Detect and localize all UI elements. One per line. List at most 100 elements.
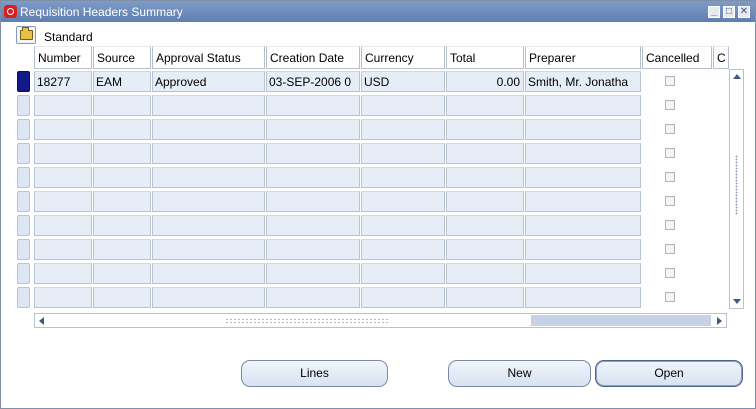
record-indicator[interactable] [17,71,30,92]
empty-cell[interactable] [93,143,151,164]
empty-cell[interactable] [446,119,524,140]
column-header-source[interactable]: Source [93,46,151,69]
empty-cell[interactable] [266,263,360,284]
empty-cell[interactable] [152,287,265,308]
column-header-currency[interactable]: Currency [361,46,445,69]
empty-cell[interactable] [266,287,360,308]
empty-cell[interactable] [361,167,445,188]
title-bar[interactable]: Requisition Headers Summary _ □ ✕ [1,1,755,22]
column-header-total[interactable]: Total [446,46,524,69]
empty-cell[interactable] [93,263,151,284]
cancelled-checkbox[interactable] [665,76,675,86]
empty-cell[interactable] [34,263,92,284]
record-indicator[interactable] [17,215,30,236]
record-indicator[interactable] [17,95,30,116]
open-button[interactable]: Open [595,360,743,387]
empty-cell[interactable] [525,119,641,140]
empty-cell[interactable] [152,239,265,260]
empty-cell[interactable] [93,215,151,236]
empty-cell[interactable] [446,191,524,212]
empty-cell[interactable] [446,95,524,116]
scroll-right-icon[interactable] [717,317,722,325]
empty-cell[interactable] [446,239,524,260]
empty-cell[interactable] [93,167,151,188]
record-indicator[interactable] [17,191,30,212]
record-indicator[interactable] [17,143,30,164]
lines-button[interactable]: Lines [241,360,388,387]
empty-cell[interactable] [93,239,151,260]
minimize-icon[interactable]: _ [708,6,720,18]
open-folder-button[interactable] [16,26,36,44]
empty-cell[interactable] [266,167,360,188]
empty-cell[interactable] [34,287,92,308]
empty-cell[interactable] [266,239,360,260]
empty-cell[interactable] [152,191,265,212]
cell-preparer[interactable]: Smith, Mr. Jonatha [525,71,641,92]
empty-cell[interactable] [446,287,524,308]
scroll-up-icon[interactable] [733,74,741,79]
cancelled-checkbox[interactable] [665,196,675,206]
empty-cell[interactable] [93,95,151,116]
close-icon[interactable]: ✕ [738,6,750,18]
cell-number[interactable]: 18277 [34,71,92,92]
empty-cell[interactable] [152,167,265,188]
record-indicator[interactable] [17,263,30,284]
cancelled-checkbox[interactable] [665,220,675,230]
empty-cell[interactable] [525,215,641,236]
empty-cell[interactable] [34,143,92,164]
empty-cell[interactable] [34,239,92,260]
empty-cell[interactable] [93,119,151,140]
column-header-approval-status[interactable]: Approval Status [152,46,265,69]
column-header-preparer[interactable]: Preparer [525,46,641,69]
empty-cell[interactable] [525,95,641,116]
empty-cell[interactable] [266,215,360,236]
empty-cell[interactable] [525,263,641,284]
cancelled-checkbox[interactable] [665,292,675,302]
empty-cell[interactable] [361,143,445,164]
cancelled-checkbox[interactable] [665,124,675,134]
empty-cell[interactable] [446,263,524,284]
empty-cell[interactable] [152,215,265,236]
empty-cell[interactable] [152,119,265,140]
empty-cell[interactable] [525,191,641,212]
cancelled-checkbox[interactable] [665,172,675,182]
empty-cell[interactable] [34,191,92,212]
column-header-number[interactable]: Number [34,46,92,69]
empty-cell[interactable] [361,239,445,260]
cancelled-checkbox[interactable] [665,268,675,278]
column-header-c[interactable]: C [713,46,729,69]
empty-cell[interactable] [446,143,524,164]
empty-cell[interactable] [361,119,445,140]
empty-cell[interactable] [446,215,524,236]
column-header-creation-date[interactable]: Creation Date [266,46,360,69]
record-indicator[interactable] [17,119,30,140]
horizontal-scroll-thumb[interactable] [50,315,530,326]
empty-cell[interactable] [34,215,92,236]
cell-source[interactable]: EAM [93,71,151,92]
empty-cell[interactable] [152,95,265,116]
empty-cell[interactable] [525,167,641,188]
scroll-down-icon[interactable] [733,299,741,304]
empty-cell[interactable] [525,239,641,260]
column-header-cancelled[interactable]: Cancelled [642,46,712,69]
empty-cell[interactable] [361,263,445,284]
cancelled-checkbox[interactable] [665,244,675,254]
empty-cell[interactable] [266,119,360,140]
cell-currency[interactable]: USD [361,71,445,92]
empty-cell[interactable] [93,287,151,308]
cell-creation-date[interactable]: 03-SEP-2006 0 [266,71,360,92]
horizontal-scroll-track[interactable] [531,315,711,326]
record-indicator[interactable] [17,239,30,260]
empty-cell[interactable] [361,215,445,236]
vertical-scrollbar[interactable] [729,69,744,309]
empty-cell[interactable] [361,191,445,212]
maximize-icon[interactable]: □ [723,6,735,18]
empty-cell[interactable] [525,143,641,164]
empty-cell[interactable] [34,95,92,116]
cell-approval-status[interactable]: Approved [152,71,265,92]
new-button[interactable]: New [448,360,591,387]
empty-cell[interactable] [446,167,524,188]
empty-cell[interactable] [525,287,641,308]
empty-cell[interactable] [34,119,92,140]
cell-total[interactable]: 0.00 [446,71,524,92]
